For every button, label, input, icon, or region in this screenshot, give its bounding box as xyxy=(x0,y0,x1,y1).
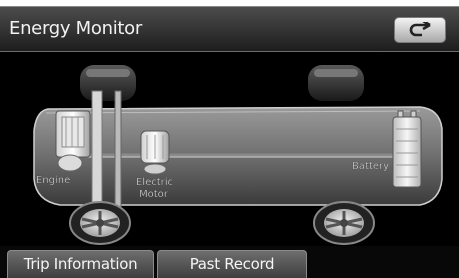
rear-right-wheel xyxy=(308,65,364,101)
back-button[interactable] xyxy=(394,17,446,43)
engine-label: Engine xyxy=(36,175,70,186)
page-title: Energy Monitor xyxy=(9,18,142,39)
energy-monitor-screen: Energy Monitor Engine Electric Motor Bat… xyxy=(0,6,459,278)
energy-flow-diagram: Engine Electric Motor Battery xyxy=(0,51,459,246)
electric-motor-icon xyxy=(140,130,170,175)
drive-shaft xyxy=(114,90,122,210)
header-bar: Energy Monitor xyxy=(0,7,459,52)
battery-icon xyxy=(392,110,422,188)
motor-label-line2: Motor xyxy=(139,189,169,200)
tab-trip-information[interactable]: Trip Information xyxy=(7,250,154,278)
front-right-wheel xyxy=(313,201,375,245)
front-left-wheel xyxy=(69,201,131,245)
tab-past-record[interactable]: Past Record xyxy=(157,250,307,278)
battery-label: Battery xyxy=(352,161,389,172)
motor-label-line1: Electric xyxy=(136,177,173,188)
axle-shaft xyxy=(91,90,103,214)
back-arrow-icon xyxy=(409,22,431,37)
bottom-tab-bar: Trip Information Past Record xyxy=(0,246,459,278)
rear-left-wheel xyxy=(80,65,136,101)
